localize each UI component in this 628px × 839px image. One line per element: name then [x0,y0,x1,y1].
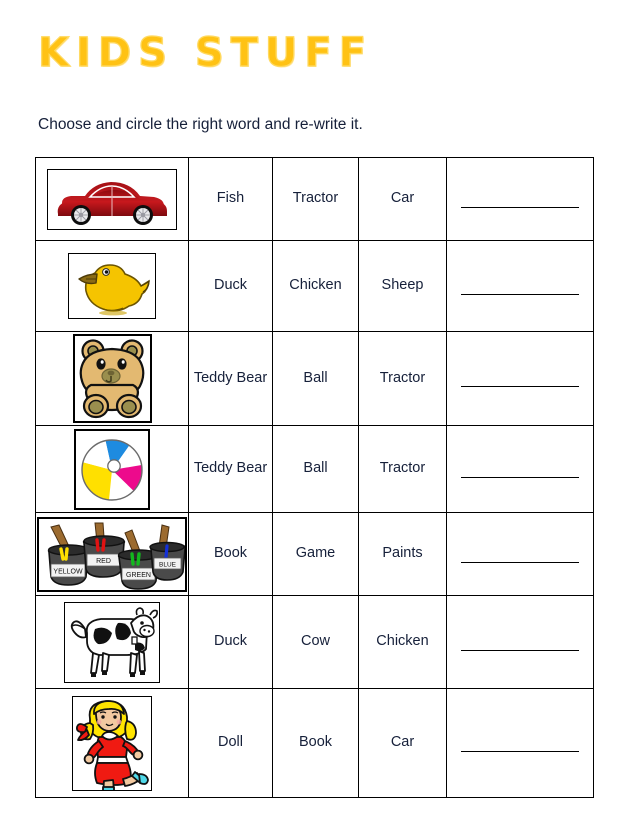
option-cell[interactable]: Car [358,157,447,241]
option-cell[interactable]: Paints [358,512,447,596]
answer-line [461,750,579,752]
option-cell[interactable]: Cow [272,595,359,689]
beach-ball-image [74,428,150,510]
option-cell[interactable]: Tractor [358,425,447,513]
answer-cell[interactable] [446,157,594,241]
svg-text:YELLOW: YELLOW [53,568,83,575]
option-cell[interactable]: Duck [188,240,273,332]
table-row: Duck Cow Chicken [35,595,594,689]
answer-line [461,293,579,295]
picture-cell [35,240,189,332]
option-word: Chicken [289,277,342,294]
table-row: Doll Book Car [35,688,594,798]
option-cell[interactable]: Duck [188,595,273,689]
table-row: Teddy Bear Ball Tractor [35,331,594,426]
duck-image [68,253,156,319]
option-cell[interactable]: Sheep [358,240,447,332]
option-cell[interactable]: Tractor [272,157,359,241]
teddy-bear-image [72,334,152,423]
answer-cell[interactable] [446,688,594,798]
answer-cell[interactable] [446,240,594,332]
doll-image [72,695,152,791]
option-word: Teddy Bear [193,369,268,386]
picture-cell [35,595,189,689]
answer-cell[interactable] [446,595,594,689]
option-word: Ball [303,460,328,477]
option-cell[interactable]: Book [188,512,273,596]
answer-cell[interactable] [446,425,594,513]
svg-text:BLUE: BLUE [159,561,177,568]
option-cell[interactable]: Tractor [358,331,447,426]
option-cell[interactable]: Teddy Bear [188,425,273,513]
option-word: Doll [218,734,243,751]
svg-text:RED: RED [96,558,111,565]
picture-cell [35,425,189,513]
option-word: Book [298,734,333,751]
answer-line [461,386,579,387]
option-cell[interactable]: Chicken [358,595,447,689]
option-cell[interactable]: Teddy Bear [188,331,273,426]
answer-line [461,561,579,563]
instruction-text: Choose and circle the right word and re-… [38,116,363,133]
option-word: Fish [216,190,245,207]
option-word: Tractor [292,190,339,207]
option-word: Paints [382,545,423,562]
option-cell[interactable]: Doll [188,688,273,798]
answer-cell[interactable] [446,331,594,426]
picture-cell [35,331,189,426]
option-word: Ball [303,369,328,386]
page-title: KIDS STUFF [37,30,374,76]
option-word: Car [390,190,415,207]
picture-cell [35,157,189,241]
option-word: Game [295,545,336,562]
option-word: Tractor [379,460,426,477]
option-word: Book [213,545,248,562]
table-row: Duck Chicken Sheep [35,240,594,332]
paint-pot-yellow: YELLOW [47,543,90,586]
option-word: Cow [300,633,330,650]
car-image [47,168,177,230]
option-word: Car [390,734,415,751]
paint-pot-blue: BLUE [149,541,185,581]
answer-line [461,649,579,651]
option-word: Sheep [381,277,424,294]
table-row: YELLOW RED GREEN BLUE Book Game Paints [35,512,594,596]
answer-cell[interactable] [446,512,594,596]
option-cell[interactable]: Game [272,512,359,596]
table-row: Fish Tractor Car [35,157,594,241]
worksheet-table: Fish Tractor Car Duck Chicken Sheep Tedd… [35,157,594,798]
answer-line [461,206,579,208]
option-word: Duck [213,277,248,294]
table-row: Teddy Bear Ball Tractor [35,425,594,513]
option-cell[interactable]: Car [358,688,447,798]
answer-line [461,476,579,478]
option-cell[interactable]: Ball [272,425,359,513]
picture-cell: YELLOW RED GREEN BLUE [35,512,189,596]
option-word: Teddy Bear [193,460,268,477]
option-cell[interactable]: Chicken [272,240,359,332]
paint-pots-image: YELLOW RED GREEN BLUE [37,516,187,592]
cow-image [64,601,160,683]
option-word: Tractor [379,369,426,386]
option-cell[interactable]: Fish [188,157,273,241]
option-word: Duck [213,633,248,650]
option-cell[interactable]: Ball [272,331,359,426]
svg-text:GREEN: GREEN [126,572,151,579]
option-cell[interactable]: Book [272,688,359,798]
option-word: Chicken [376,633,429,650]
picture-cell [35,688,189,798]
